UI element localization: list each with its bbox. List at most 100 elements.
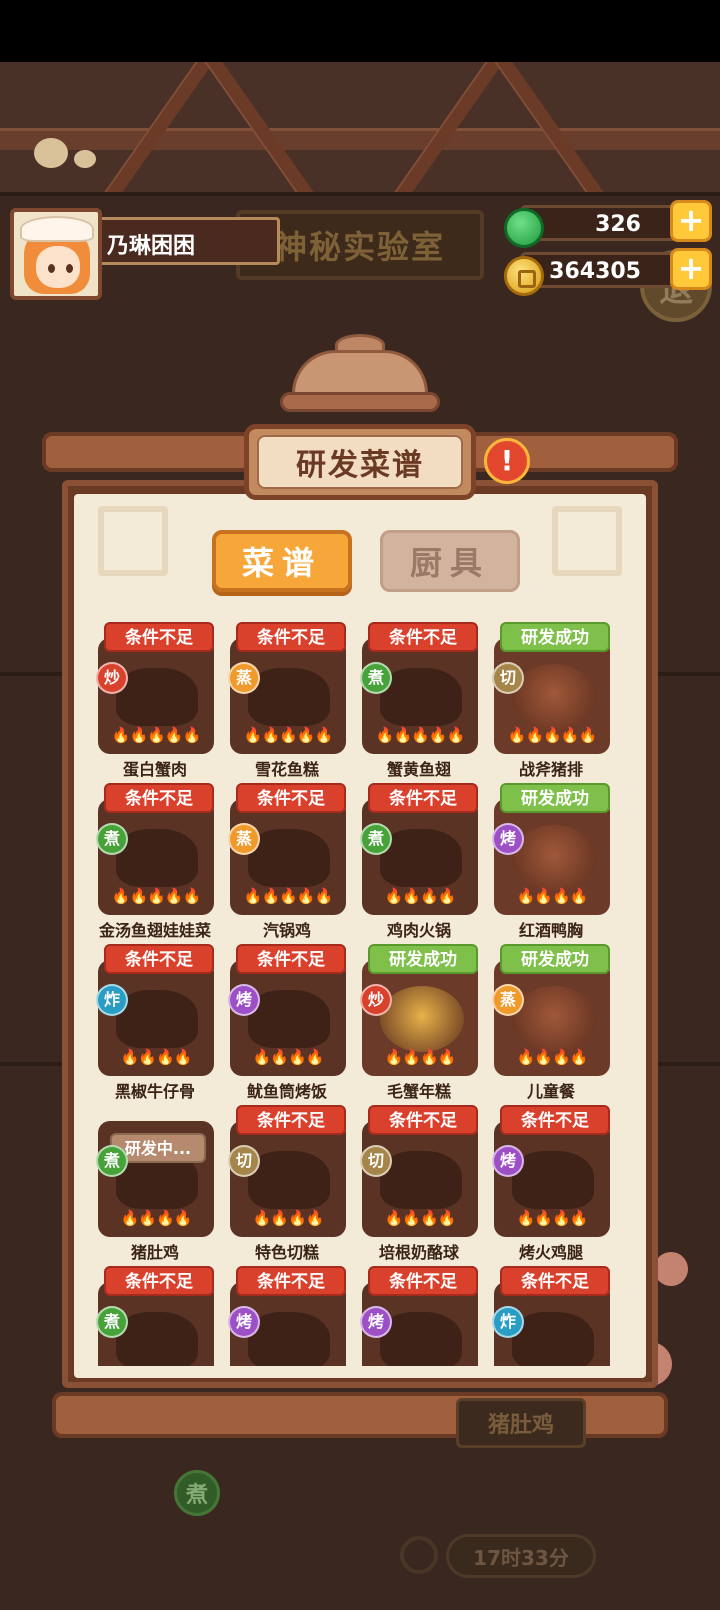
cooking-method-badge: 切 [228,1145,260,1177]
cooking-method-badge: 蒸 [228,662,260,694]
cooking-method-badge: 切 [492,662,524,694]
avatar-eye [66,264,73,273]
dish-silhouette-icon [248,1151,330,1209]
coin-counter: 364305 [520,252,680,288]
cooking-method-badge: 烤 [228,1306,260,1338]
difficulty-flames-icon: 🔥🔥🔥🔥 [120,1048,193,1066]
recipe-status: 研发成功 [500,944,610,974]
recipe-card[interactable]: 条件不足蒸 🔥🔥🔥🔥🔥 雪花鱼糕 [228,622,346,787]
dish-silhouette-icon [512,1151,594,1209]
recipe-status: 条件不足 [236,783,346,813]
difficulty-flames-icon: 🔥🔥🔥🔥 [120,1209,193,1227]
recipe-status: 条件不足 [500,1105,610,1135]
recipe-card[interactable]: 条件不足煮 🔥🔥🔥🔥🔥 蟹黄鱼翅 [360,622,478,787]
research-timer: 17时33分 [446,1534,596,1578]
current-dish-label: 猪肚鸡 [456,1398,586,1448]
cooking-method-badge: 蒸 [492,984,524,1016]
ceiling [0,62,720,192]
dish-silhouette-icon [248,990,330,1048]
add-coins-button[interactable]: + [670,248,712,290]
recipe-status: 研发成功 [500,622,610,652]
recipe-name: 蟹黄鱼翅 [386,760,451,779]
cooking-method-badge: 煮 [96,823,128,855]
recipe-card[interactable]: 条件不足炸 🔥🔥🔥🔥 黑椒牛仔骨 [96,944,214,1109]
difficulty-flames-icon: 🔥🔥🔥🔥🔥 [243,726,333,744]
recipe-card[interactable]: 条件不足切 🔥🔥🔥🔥 培根奶酪球 [360,1105,478,1270]
recipe-card[interactable]: 条件不足烤 🔥🔥🔥🔥 烤火鸡腿 [492,1105,610,1270]
recipe-card[interactable]: 条件不足煮 🔥🔥🔥🔥 鸡肉火锅 [360,783,478,948]
dish-silhouette-icon [116,990,198,1048]
dish-silhouette-icon [512,1312,594,1366]
recipe-name: 烤火鸡腿 [518,1243,583,1262]
tab-recipes[interactable]: 菜谱 [212,530,352,592]
recipe-card[interactable]: 条件不足烤 [228,1266,346,1366]
recipe-name: 汽锅鸡 [262,921,311,940]
dish-silhouette-icon [380,668,462,726]
dish-icon [512,664,596,730]
coin-icon [504,256,544,296]
recipe-name: 黑椒牛仔骨 [114,1082,195,1101]
cooking-method-badge: 煮 [96,1145,128,1177]
cooking-method-badge: 烤 [228,984,260,1016]
difficulty-flames-icon: 🔥🔥🔥🔥🔥 [111,887,201,905]
cooking-method-badge: 煮 [360,823,392,855]
corner-ornament [552,506,622,576]
player-name: 乃琳困困 [82,217,280,265]
recipe-status: 条件不足 [368,1266,478,1296]
recipe-card[interactable]: 研发中... 煮 🔥🔥🔥🔥 猪肚鸡 [96,1105,214,1270]
difficulty-flames-icon: 🔥🔥🔥🔥🔥 [243,887,333,905]
recipe-status: 条件不足 [236,1105,346,1135]
cooking-method-badge: 烤 [492,1145,524,1177]
difficulty-flames-icon: 🔥🔥🔥🔥 [252,1048,325,1066]
recipe-name: 儿童餐 [526,1082,575,1101]
chick-decoration [34,138,68,168]
recipe-card[interactable]: 条件不足煮 🔥🔥🔥🔥🔥 金汤鱼翅娃娃菜 [96,783,214,948]
dish-silhouette-icon [380,1151,462,1209]
status-bar [0,0,720,62]
add-jade-button[interactable]: + [670,200,712,242]
recipe-name: 雪花鱼糕 [254,760,319,779]
recipe-card[interactable]: 研发成功切 🔥🔥🔥🔥🔥 战斧猪排 [492,622,610,787]
recipe-status: 研发成功 [500,783,610,813]
recipe-card[interactable]: 条件不足炸 [492,1266,610,1366]
cloche-base [280,392,440,412]
tab-utensils[interactable]: 厨具 [380,530,520,592]
recipe-name: 特色切糕 [254,1243,319,1262]
alert-icon[interactable]: ! [484,438,530,484]
recipe-card[interactable]: 条件不足炒 🔥🔥🔥🔥🔥 蛋白蟹肉 [96,622,214,787]
dish-silhouette-icon [380,829,462,887]
recipe-card[interactable]: 研发成功炒 🔥🔥🔥🔥 毛蟹年糕 [360,944,478,1109]
recipe-card[interactable]: 研发成功烤 🔥🔥🔥🔥 红酒鸭胸 [492,783,610,948]
recipe-card[interactable]: 条件不足蒸 🔥🔥🔥🔥🔥 汽锅鸡 [228,783,346,948]
recipe-status: 条件不足 [368,1105,478,1135]
jade-counter: 326 [520,205,680,241]
difficulty-flames-icon: 🔥🔥🔥🔥🔥 [375,726,465,744]
chef-hat-icon [20,216,94,242]
dish-silhouette-icon [116,829,198,887]
dish-silhouette-icon [248,829,330,887]
recipe-status: 条件不足 [104,783,214,813]
dish-silhouette-icon [248,668,330,726]
recipe-name: 猪肚鸡 [130,1243,179,1262]
difficulty-flames-icon: 🔥🔥🔥🔥🔥 [111,726,201,744]
recipe-grid: 条件不足炒 🔥🔥🔥🔥🔥 蛋白蟹肉 条件不足蒸 🔥🔥🔥🔥🔥 雪花鱼糕 条件不足煮 🔥🔥🔥🔥🔥 蟹黄… [96,622,624,1366]
recipe-card[interactable]: 条件不足煮 [96,1266,214,1366]
panel-title: 研发菜谱 [257,435,463,489]
recipe-card[interactable]: 研发成功蒸 🔥🔥🔥🔥 儿童餐 [492,944,610,1109]
recipe-status: 条件不足 [368,783,478,813]
cooking-method-badge: 煮 [360,662,392,694]
blossom-decoration [654,1252,688,1286]
recipe-card[interactable]: 条件不足烤 🔥🔥🔥🔥 鱿鱼筒烤饭 [228,944,346,1109]
recipe-status: 条件不足 [236,1266,346,1296]
recipe-name: 毛蟹年糕 [386,1082,451,1101]
avatar[interactable] [10,208,102,300]
recipe-card[interactable]: 条件不足烤 [360,1266,478,1366]
recipe-name: 红酒鸭胸 [518,921,583,940]
corner-ornament [98,506,168,576]
difficulty-flames-icon: 🔥🔥🔥🔥 [516,1209,589,1227]
difficulty-flames-icon: 🔥🔥🔥🔥 [516,1048,589,1066]
panel-title-plate: 研发菜谱 [244,424,476,500]
difficulty-flames-icon: 🔥🔥🔥🔥 [384,1048,457,1066]
dish-silhouette-icon [248,1312,330,1366]
recipe-card[interactable]: 条件不足切 🔥🔥🔥🔥 特色切糕 [228,1105,346,1270]
